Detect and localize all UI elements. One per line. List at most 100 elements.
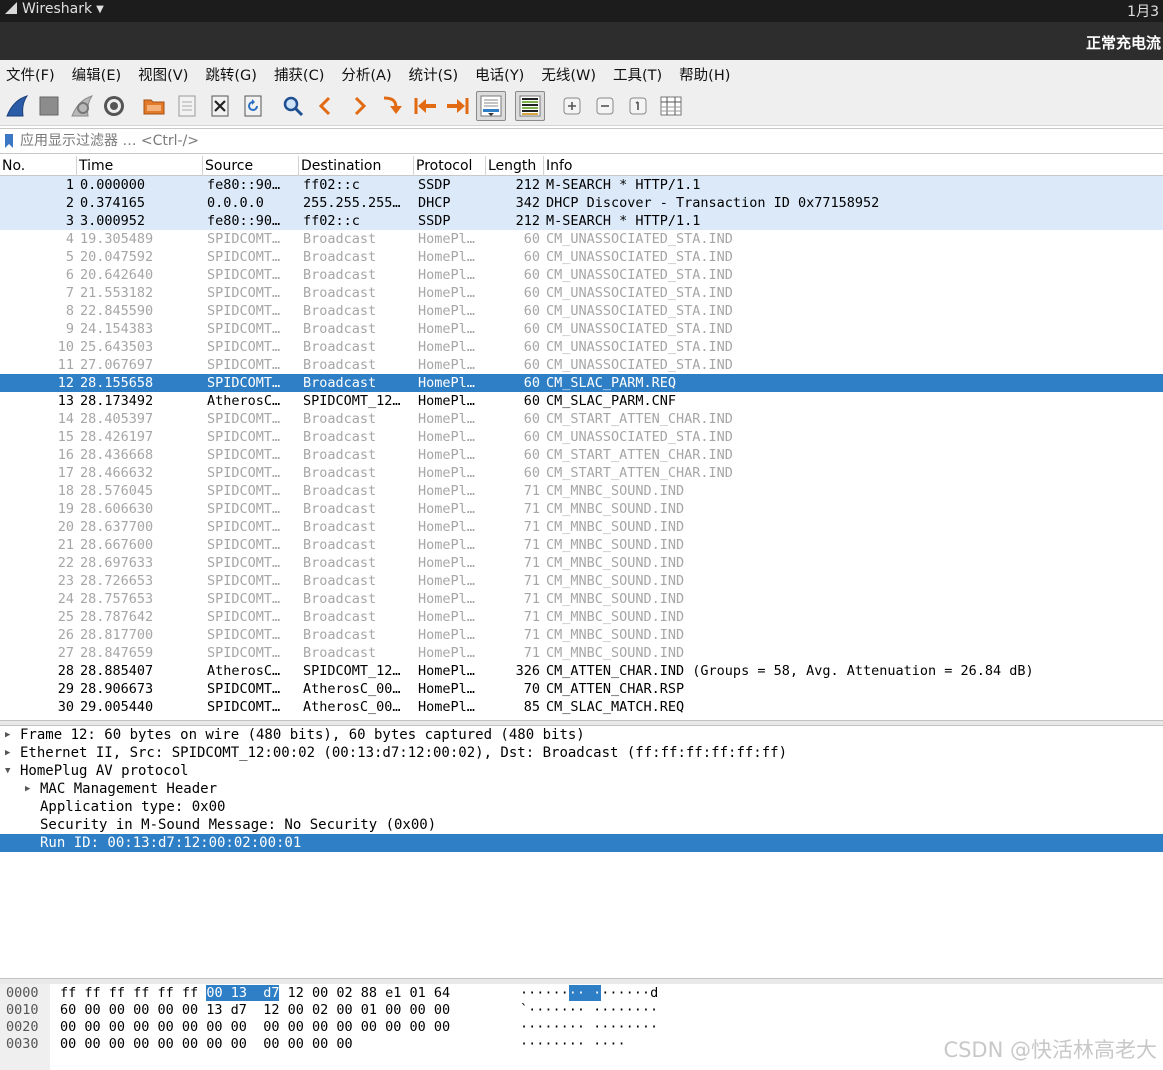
hex-bytes[interactable]: 00 00 00 00 00 00 00 00 00 00 00 00 xyxy=(60,1036,353,1053)
packet-cell-info: CM_MNBC_SOUND.IND xyxy=(546,591,685,607)
packet-row[interactable]: 5 20.047592 SPIDCOMT… Broadcast HomePl… 60 CM_… xyxy=(0,248,1163,266)
packet-row[interactable]: 9 24.154383 SPIDCOMT… Broadcast HomePl… 60 CM_… xyxy=(0,320,1163,338)
packet-row[interactable]: 30 29.005440 SPIDCOMT… AtherosC_00… HomePl… 8… xyxy=(0,698,1163,716)
open-folder-icon[interactable] xyxy=(141,93,167,119)
packet-row[interactable]: 1 0.000000 fe80::90… ff02::c SSDP 212 M-SEARCH… xyxy=(0,176,1163,194)
column-header-time[interactable]: Time xyxy=(77,156,203,176)
find-magnifier-icon[interactable] xyxy=(280,93,306,119)
first-packet-icon[interactable] xyxy=(412,93,438,119)
hex-ascii[interactable]: ········ ·······d xyxy=(520,985,658,1002)
packet-cell-dst: Broadcast xyxy=(303,501,377,517)
menu-item-8[interactable]: 无线(W) xyxy=(541,64,596,85)
packet-row[interactable]: 19 28.606630 SPIDCOMT… Broadcast HomePl… 71 CM… xyxy=(0,500,1163,518)
packet-row[interactable]: 27 28.847659 SPIDCOMT… Broadcast HomePl… 71 CM… xyxy=(0,644,1163,662)
packet-row[interactable]: 26 28.817700 SPIDCOMT… Broadcast HomePl… 71 CM… xyxy=(0,626,1163,644)
packet-row[interactable]: 21 28.667600 SPIDCOMT… Broadcast HomePl… 71 CM… xyxy=(0,536,1163,554)
packet-cell-no: 29 xyxy=(57,681,74,697)
stop-square-icon[interactable] xyxy=(36,93,62,119)
menu-item-0[interactable]: 文件(F) xyxy=(6,64,55,85)
normal-size-icon[interactable] xyxy=(625,93,651,119)
column-header-source[interactable]: Source xyxy=(203,156,299,176)
menu-item-7[interactable]: 电话(Y) xyxy=(475,64,524,85)
packet-row[interactable]: 2 0.374165 0.0.0.0 255.255.255… DHCP 342 DHCP … xyxy=(0,194,1163,212)
hex-ascii[interactable]: `······· ········ xyxy=(520,1002,658,1019)
packet-row[interactable]: 22 28.697633 SPIDCOMT… Broadcast HomePl… 71 CM… xyxy=(0,554,1163,572)
bookmark-icon[interactable] xyxy=(4,133,14,149)
column-header-destination[interactable]: Destination xyxy=(299,156,414,176)
menu-item-9[interactable]: 工具(T) xyxy=(613,64,662,85)
gear-options-icon[interactable] xyxy=(101,93,127,119)
menu-item-1[interactable]: 编辑(E) xyxy=(72,64,121,85)
detail-tree-item[interactable]: Application type: 0x00 xyxy=(0,798,1163,816)
save-file-icon[interactable] xyxy=(174,93,200,119)
arrow-left-icon[interactable] xyxy=(313,93,339,119)
detail-tree-item[interactable]: ▶ MAC Management Header xyxy=(0,780,1163,798)
packet-row[interactable]: 23 28.726653 SPIDCOMT… Broadcast HomePl… 71 CM… xyxy=(0,572,1163,590)
column-header-protocol[interactable]: Protocol xyxy=(414,156,486,176)
column-header-info[interactable]: Info xyxy=(544,156,1163,176)
menu-item-3[interactable]: 跳转(G) xyxy=(205,64,257,85)
tree-expanded-icon[interactable]: ▼ xyxy=(5,762,10,780)
hex-bytes[interactable]: 00 00 00 00 00 00 00 00 00 00 00 00 00 0… xyxy=(60,1019,450,1036)
packet-row[interactable]: 14 28.405397 SPIDCOMT… Broadcast HomePl… 60 CM… xyxy=(0,410,1163,428)
zoom-in-icon[interactable] xyxy=(559,93,585,119)
arrow-right-icon[interactable] xyxy=(346,93,372,119)
packet-row[interactable]: 15 28.426197 SPIDCOMT… Broadcast HomePl… 60 CM… xyxy=(0,428,1163,446)
packet-cell-time: 21.553182 xyxy=(80,285,154,301)
detail-tree-item[interactable]: ▶ Frame 12: 60 bytes on wire (480 bits), … xyxy=(0,726,1163,744)
hex-bytes[interactable]: 60 00 00 00 00 00 13 d7 12 00 02 00 01 0… xyxy=(60,1002,450,1019)
reload-icon[interactable] xyxy=(240,93,266,119)
packet-row[interactable]: 10 25.643503 SPIDCOMT… Broadcast HomePl… 60 CM… xyxy=(0,338,1163,356)
detail-tree-item[interactable]: Security in M-Sound Message: No Security… xyxy=(0,816,1163,834)
packet-row[interactable]: 17 28.466632 SPIDCOMT… Broadcast HomePl… 60 CM… xyxy=(0,464,1163,482)
packet-cell-dst: Broadcast xyxy=(303,591,377,607)
menu-item-5[interactable]: 分析(A) xyxy=(341,64,391,85)
packet-row[interactable]: 6 20.642640 SPIDCOMT… Broadcast HomePl… 60 CM_… xyxy=(0,266,1163,284)
detail-tree-item[interactable]: ▼ HomePlug AV protocol xyxy=(0,762,1163,780)
packet-cell-dst: Broadcast xyxy=(303,321,377,337)
tree-collapsed-icon[interactable]: ▶ xyxy=(25,780,30,798)
packet-row[interactable]: 8 22.845590 SPIDCOMT… Broadcast HomePl… 60 CM_… xyxy=(0,302,1163,320)
packet-cell-src: AtherosC… xyxy=(207,663,281,679)
jump-to-icon[interactable] xyxy=(379,93,405,119)
packet-row[interactable]: 18 28.576045 SPIDCOMT… Broadcast HomePl… 71 CM… xyxy=(0,482,1163,500)
packet-row[interactable]: 16 28.436668 SPIDCOMT… Broadcast HomePl… 60 CM… xyxy=(0,446,1163,464)
zoom-out-icon[interactable] xyxy=(592,93,618,119)
colorize-icon[interactable] xyxy=(515,91,545,121)
packet-row[interactable]: 4 19.305489 SPIDCOMT… Broadcast HomePl… 60 CM_… xyxy=(0,230,1163,248)
packet-row[interactable]: 20 28.637700 SPIDCOMT… Broadcast HomePl… 71 CM… xyxy=(0,518,1163,536)
packet-row[interactable]: 7 21.553182 SPIDCOMT… Broadcast HomePl… 60 CM_… xyxy=(0,284,1163,302)
menu-item-6[interactable]: 统计(S) xyxy=(409,64,459,85)
hex-ascii[interactable]: ········ ········ xyxy=(520,1019,658,1036)
packet-row[interactable]: 12 28.155658 SPIDCOMT… Broadcast HomePl… 60 CM… xyxy=(0,374,1163,392)
detail-tree-item[interactable]: ▶ Ethernet II, Src: SPIDCOMT_12:00:02 (00… xyxy=(0,744,1163,762)
packet-row[interactable]: 24 28.757653 SPIDCOMT… Broadcast HomePl… 71 CM… xyxy=(0,590,1163,608)
packet-row[interactable]: 13 28.173492 AtherosC… SPIDCOMT_12… HomePl… 6… xyxy=(0,392,1163,410)
app-menu[interactable]: Wireshark ▼ xyxy=(4,1,104,17)
packet-row[interactable]: 11 27.067697 SPIDCOMT… Broadcast HomePl… 60 CM… xyxy=(0,356,1163,374)
display-filter-input[interactable] xyxy=(20,131,1140,151)
packet-details-tree[interactable]: ▶ Frame 12: 60 bytes on wire (480 bits), … xyxy=(0,726,1163,976)
column-header-length[interactable]: Length xyxy=(486,156,544,176)
tree-collapsed-icon[interactable]: ▶ xyxy=(5,744,10,762)
autoscroll-icon[interactable] xyxy=(476,91,506,121)
close-file-icon[interactable] xyxy=(207,93,233,119)
last-packet-icon[interactable] xyxy=(445,93,471,119)
menu-item-4[interactable]: 捕获(C) xyxy=(274,64,324,85)
packet-cell-info: CM_SLAC_MATCH.REQ xyxy=(546,699,685,715)
restart-fin-icon[interactable] xyxy=(69,93,95,119)
menu-item-10[interactable]: 帮助(H) xyxy=(679,64,730,85)
hex-ascii[interactable]: ········ ···· xyxy=(520,1036,626,1053)
detail-tree-item[interactable]: Run ID: 00:13:d7:12:00:02:00:01 xyxy=(0,834,1163,852)
packet-row[interactable]: 3 3.000952 fe80::90… ff02::c SSDP 212 M-SEARCH… xyxy=(0,212,1163,230)
packet-row[interactable]: 25 28.787642 SPIDCOMT… Broadcast HomePl… 71 CM… xyxy=(0,608,1163,626)
column-header-no[interactable]: No. xyxy=(0,156,77,176)
menu-item-2[interactable]: 视图(V) xyxy=(138,64,188,85)
shark-fin-start-icon[interactable] xyxy=(4,93,30,119)
packet-row[interactable]: 28 28.885407 AtherosC… SPIDCOMT_12… HomePl… 3… xyxy=(0,662,1163,680)
packet-list[interactable]: No. Time Source Destination Protocol Len… xyxy=(0,156,1163,720)
tree-collapsed-icon[interactable]: ▶ xyxy=(5,726,10,744)
packet-row[interactable]: 29 28.906673 SPIDCOMT… AtherosC_00… HomePl… 7… xyxy=(0,680,1163,698)
hex-bytes[interactable]: ff ff ff ff ff ff 00 13 d7 12 00 02 88 e… xyxy=(60,985,450,1002)
resize-columns-icon[interactable] xyxy=(658,93,684,119)
